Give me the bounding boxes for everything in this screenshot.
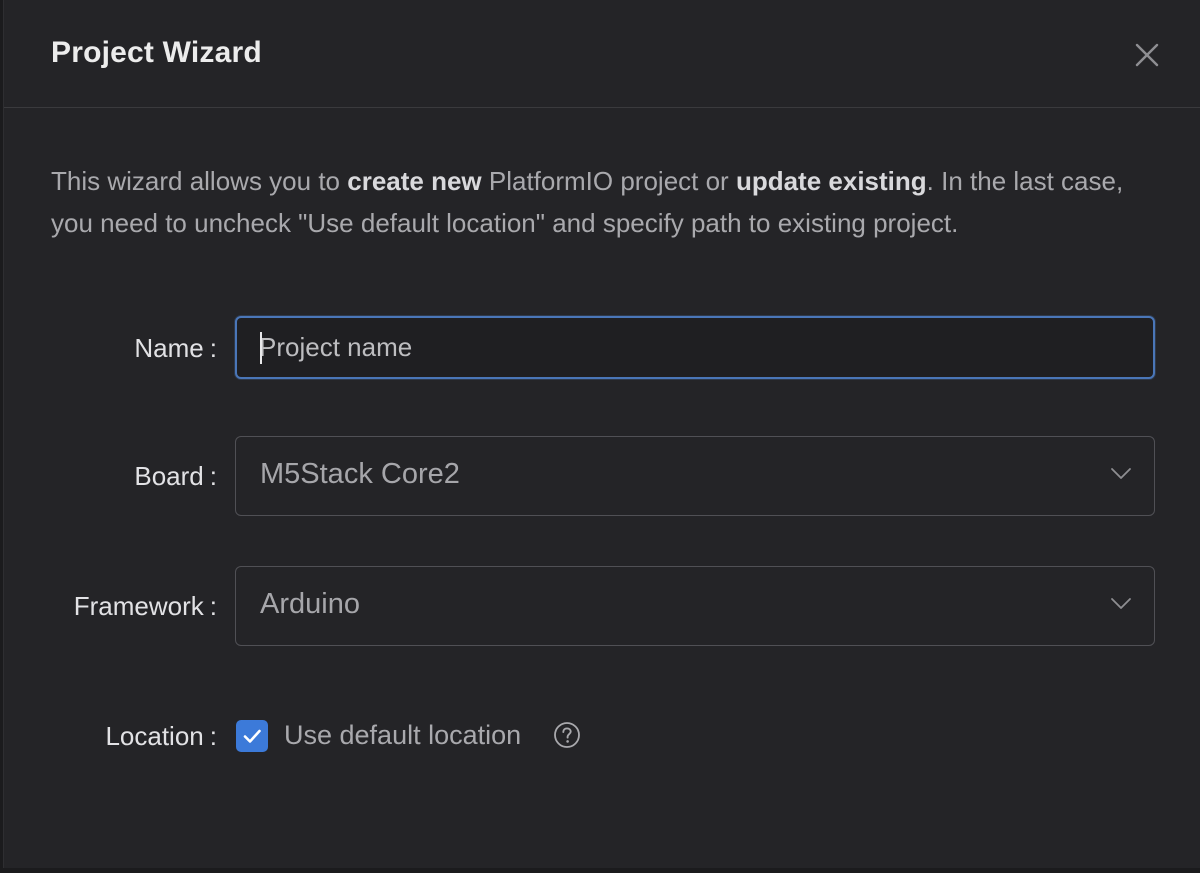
wizard-description: This wizard allows you to create new Pla… [51, 160, 1141, 244]
use-default-location-label[interactable]: Use default location [284, 720, 521, 751]
board-select-value: M5Stack Core2 [260, 458, 460, 490]
text-cursor [260, 332, 262, 364]
board-label-text: Board [134, 461, 204, 491]
chevron-down-icon [1110, 597, 1132, 611]
checkmark-icon [243, 729, 261, 743]
project-name-input[interactable] [235, 316, 1155, 379]
framework-label-colon: : [209, 591, 217, 621]
description-text: This wizard allows you to [51, 166, 348, 196]
chevron-down-icon [1110, 467, 1132, 481]
dialog-header: Project Wizard [4, 0, 1200, 108]
name-label-text: Name [134, 333, 204, 363]
close-icon[interactable] [1132, 40, 1162, 70]
framework-label: Framework: [4, 591, 217, 622]
project-wizard-dialog: Project Wizard This wizard allows you to… [3, 0, 1200, 868]
location-label-colon: : [209, 721, 217, 751]
dialog-title: Project Wizard [51, 36, 262, 69]
location-label-text: Location [105, 721, 204, 751]
board-select[interactable]: M5Stack Core2 [235, 436, 1155, 516]
framework-select[interactable]: Arduino [235, 566, 1155, 646]
name-label: Name: [4, 333, 217, 364]
framework-select-value: Arduino [260, 588, 360, 620]
location-label: Location: [4, 721, 217, 752]
name-label-colon: : [209, 333, 217, 363]
question-circle-icon[interactable] [553, 721, 581, 749]
framework-label-text: Framework [73, 591, 204, 621]
board-label-colon: : [209, 461, 217, 491]
use-default-location-checkbox[interactable] [236, 720, 268, 752]
description-bold-update-existing: update existing [735, 166, 927, 196]
description-text: PlatformIO project or [481, 166, 736, 196]
board-label: Board: [4, 461, 217, 492]
description-bold-create-new: create new [347, 166, 482, 196]
